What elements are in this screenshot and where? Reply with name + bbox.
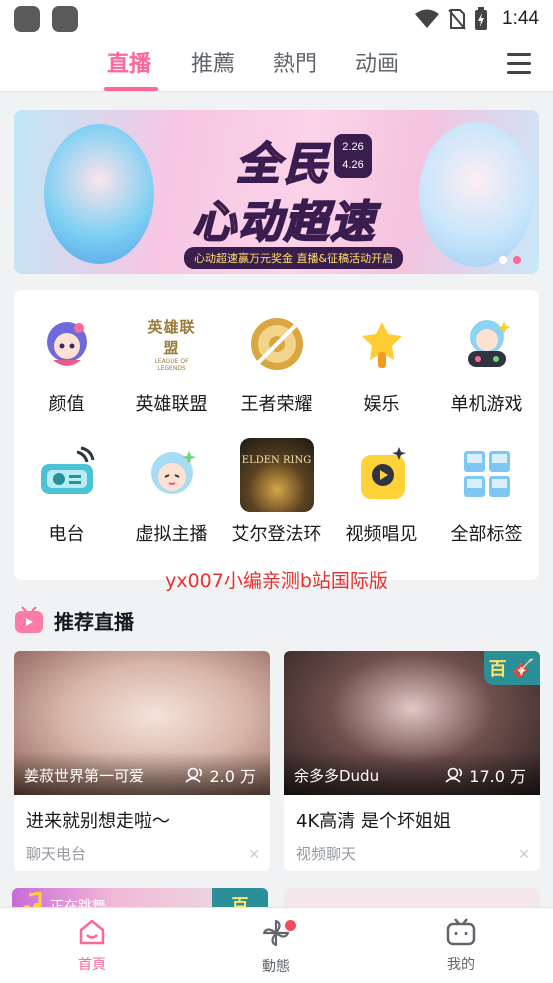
live-card[interactable]: 姜菽世界第一可爱 2.0 万 进来就别想走啦～ 聊天电台 ✕ <box>14 651 270 871</box>
tab-anime[interactable]: 动画 <box>355 46 399 78</box>
tv-icon <box>15 606 43 633</box>
anime-character-right <box>419 122 534 267</box>
radio-icon <box>37 444 97 504</box>
banner-date: 2.26 4.26 <box>334 134 372 178</box>
tab-popular[interactable]: 熱門 <box>273 46 317 78</box>
tab-live[interactable]: 直播 <box>107 46 151 78</box>
elden-ring-icon: ELDEN RING <box>239 438 314 512</box>
active-tab-indicator <box>104 87 158 91</box>
clock: 1:44 <box>502 8 539 29</box>
viewers-icon <box>445 767 463 783</box>
category-item[interactable]: 英雄联盟 LEAGUE OF LEGENDS 英雄联盟 <box>119 314 224 416</box>
watermark-text: yx007小编亲测b站国际版 <box>165 570 388 592</box>
pagination-dot <box>499 256 507 264</box>
banner-subtitle: 心动超速赢万元奖金 直播&征稿活动开启 <box>184 247 404 269</box>
bottom-nav: 首頁 動態 我的 <box>0 907 553 983</box>
live-area: 视频聊天 <box>296 845 357 863</box>
nav-home[interactable]: 首頁 <box>52 918 132 974</box>
nav-activity[interactable]: 動態 <box>236 918 316 976</box>
singing-video-icon <box>352 444 412 504</box>
category-item[interactable]: 全部标签 <box>434 444 539 546</box>
virtual-streamer-icon <box>142 444 202 504</box>
section-header: 推荐直播 <box>14 604 134 636</box>
live-card[interactable]: 百 🎸 余多多Dudu 17.0 万 4K高清 是个坏姐姐 视频聊天 ✕ <box>284 651 540 871</box>
live-area: 聊天电台 <box>26 845 87 863</box>
section-title: 推荐直播 <box>54 609 134 634</box>
nav-label: 我的 <box>447 957 475 973</box>
dismiss-icon[interactable]: ✕ <box>518 847 530 863</box>
category-label: 王者荣耀 <box>240 394 313 415</box>
category-label: 颜值 <box>48 394 85 415</box>
category-label: 娱乐 <box>363 394 400 415</box>
viewer-count: 17.0 万 <box>445 763 526 787</box>
notification-dot <box>285 920 296 931</box>
menu-icon[interactable] <box>507 53 531 75</box>
battery-charging-icon <box>475 7 488 30</box>
anime-character-left <box>44 124 154 264</box>
category-item[interactable]: 颜值 <box>14 314 119 416</box>
app-notification-icon <box>52 6 78 32</box>
category-grid: 颜值 英雄联盟 LEAGUE OF LEGENDS 英雄联盟 王者荣耀 娱乐 单… <box>14 290 539 580</box>
no-sim-icon <box>448 9 466 30</box>
wifi-icon <box>415 9 440 28</box>
microphone-icon <box>352 314 412 374</box>
nav-label: 動態 <box>262 959 290 975</box>
category-label: 艾尔登法环 <box>231 524 322 545</box>
category-label: 单机游戏 <box>450 394 523 415</box>
viewer-count: 2.0 万 <box>185 763 256 787</box>
category-label: 虚拟主播 <box>135 524 208 545</box>
avatar-girl-icon <box>37 314 97 374</box>
live-title: 4K高清 是个坏姐姐 <box>296 811 451 832</box>
category-item[interactable]: 娱乐 <box>329 314 434 416</box>
live-cover-image: 姜菽世界第一可爱 2.0 万 <box>14 651 270 795</box>
live-title: 进来就别想走啦～ <box>26 811 170 832</box>
category-item[interactable]: 视频唱见 <box>329 444 434 546</box>
tab-recommended[interactable]: 推薦 <box>191 46 235 78</box>
anchor-name: 姜菽世界第一可爱 <box>24 767 145 785</box>
dismiss-icon[interactable]: ✕ <box>248 847 260 863</box>
category-label: 英雄联盟 <box>135 394 208 415</box>
category-label: 视频唱见 <box>345 524 418 545</box>
live-cover-image: 百 🎸 余多多Dudu 17.0 万 <box>284 651 540 795</box>
category-item[interactable]: 单机游戏 <box>434 314 539 416</box>
app-notification-icon <box>14 6 40 32</box>
league-of-legends-logo-icon: 英雄联盟 LEAGUE OF LEGENDS <box>147 318 196 372</box>
nav-profile[interactable]: 我的 <box>421 918 501 974</box>
status-bar: 1:44 <box>0 0 553 40</box>
banner-pagination <box>499 256 521 264</box>
banner-title-line2: 心动超速 <box>191 196 376 249</box>
promo-banner[interactable]: 全民 心动超速 2.26 4.26 心动超速赢万元奖金 直播&征稿活动开启 <box>14 110 539 274</box>
home-icon <box>79 919 105 945</box>
top-tab-bar: 直播 推薦 熱門 动画 <box>0 40 553 92</box>
viewers-icon <box>185 767 203 783</box>
pagination-dot-active <box>513 256 521 264</box>
anchor-name: 余多多Dudu <box>294 767 380 785</box>
category-item[interactable]: 王者荣耀 <box>224 314 329 416</box>
honor-of-kings-logo-icon <box>247 314 307 374</box>
category-label: 全部标签 <box>450 524 523 545</box>
category-item[interactable]: ELDEN RING 艾尔登法环 <box>224 438 329 546</box>
tv-profile-icon <box>446 918 476 946</box>
gamepad-girl-icon <box>457 314 517 374</box>
category-item[interactable]: 虚拟主播 <box>119 444 224 546</box>
category-item[interactable]: 电台 <box>14 444 119 546</box>
all-tags-grid-icon <box>457 444 517 504</box>
nav-label: 首頁 <box>78 957 106 973</box>
hundred-badge-icon: 百 🎸 <box>484 651 540 685</box>
category-label: 电台 <box>48 524 85 545</box>
